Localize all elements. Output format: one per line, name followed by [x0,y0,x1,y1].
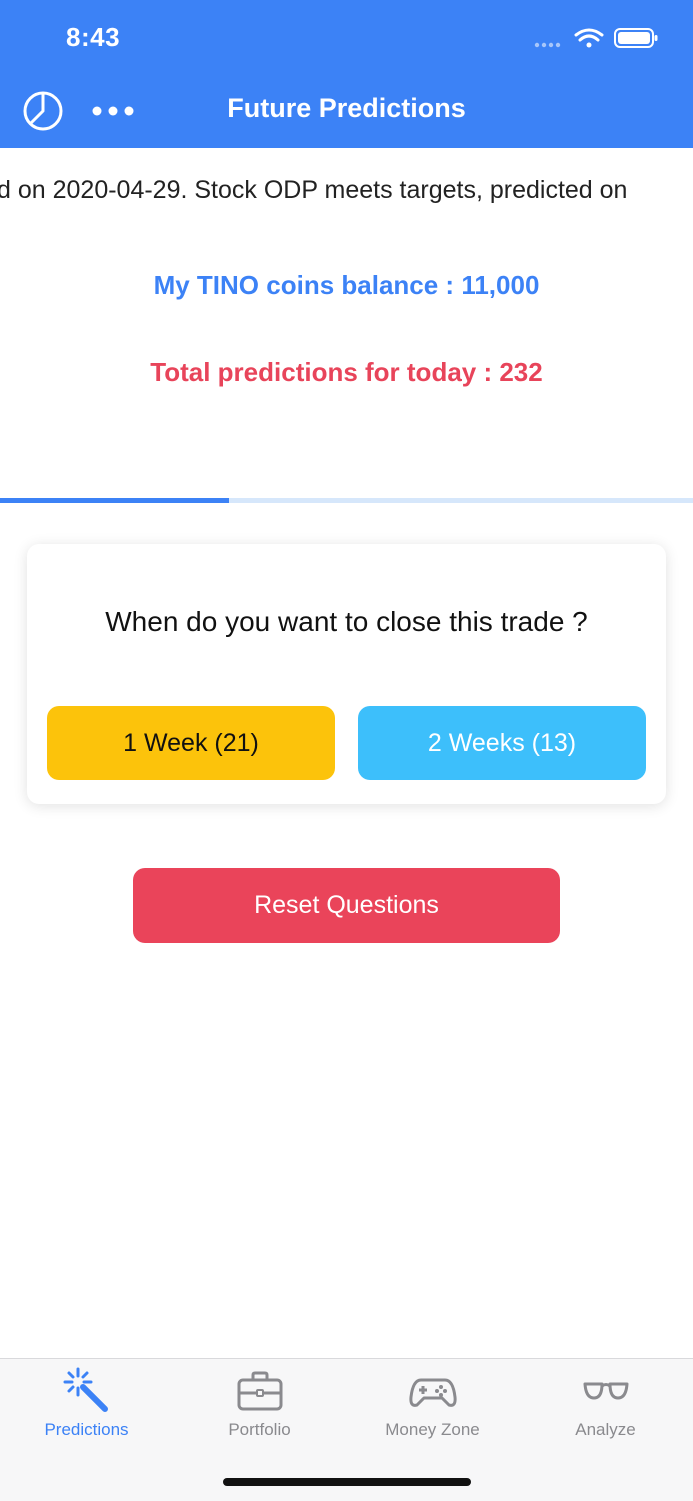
header: 8:43 Future Predictions [0,0,693,148]
tab-label: Analyze [575,1420,636,1439]
news-ticker: d on 2020-04-29. Stock ODP meets targets… [0,176,693,216]
tab-money-zone[interactable]: Money Zone [346,1359,519,1459]
tab-label: Predictions [44,1420,129,1439]
option-1-week-button[interactable]: 1 Week (21) [47,706,335,780]
tab-portfolio[interactable]: Portfolio [173,1359,346,1459]
option-2-weeks-button[interactable]: 2 Weeks (13) [358,706,646,780]
total-predictions: Total predictions for today : 232 [150,357,543,387]
progress-bar [0,498,693,503]
ticker-text: d on 2020-04-29. Stock ODP meets targets… [0,176,628,204]
home-indicator [223,1478,471,1486]
tab-predictions[interactable]: Predictions [0,1359,173,1459]
question-card: When do you want to close this trade ? 1… [27,544,666,804]
status-icons [534,28,658,48]
tab-label: Money Zone [385,1420,480,1439]
glasses-icon [583,1382,629,1400]
progress-fill [0,498,229,503]
tab-analyze[interactable]: Analyze [519,1359,692,1459]
coins-balance: My TINO coins balance : 11,000 [153,270,540,300]
reset-questions-button[interactable]: Reset Questions [133,868,560,943]
magic-wand-icon [63,1367,108,1412]
wifi-icon [574,28,604,48]
status-time: 8:43 [66,22,121,52]
tab-label: Portfolio [228,1420,291,1439]
gamepad-icon [409,1378,457,1407]
briefcase-icon [237,1371,283,1411]
cellular-signal-icon [534,42,561,48]
question-text: When do you want to close this trade ? [105,606,588,637]
battery-icon [614,28,658,48]
page-title: Future Predictions [227,93,466,123]
